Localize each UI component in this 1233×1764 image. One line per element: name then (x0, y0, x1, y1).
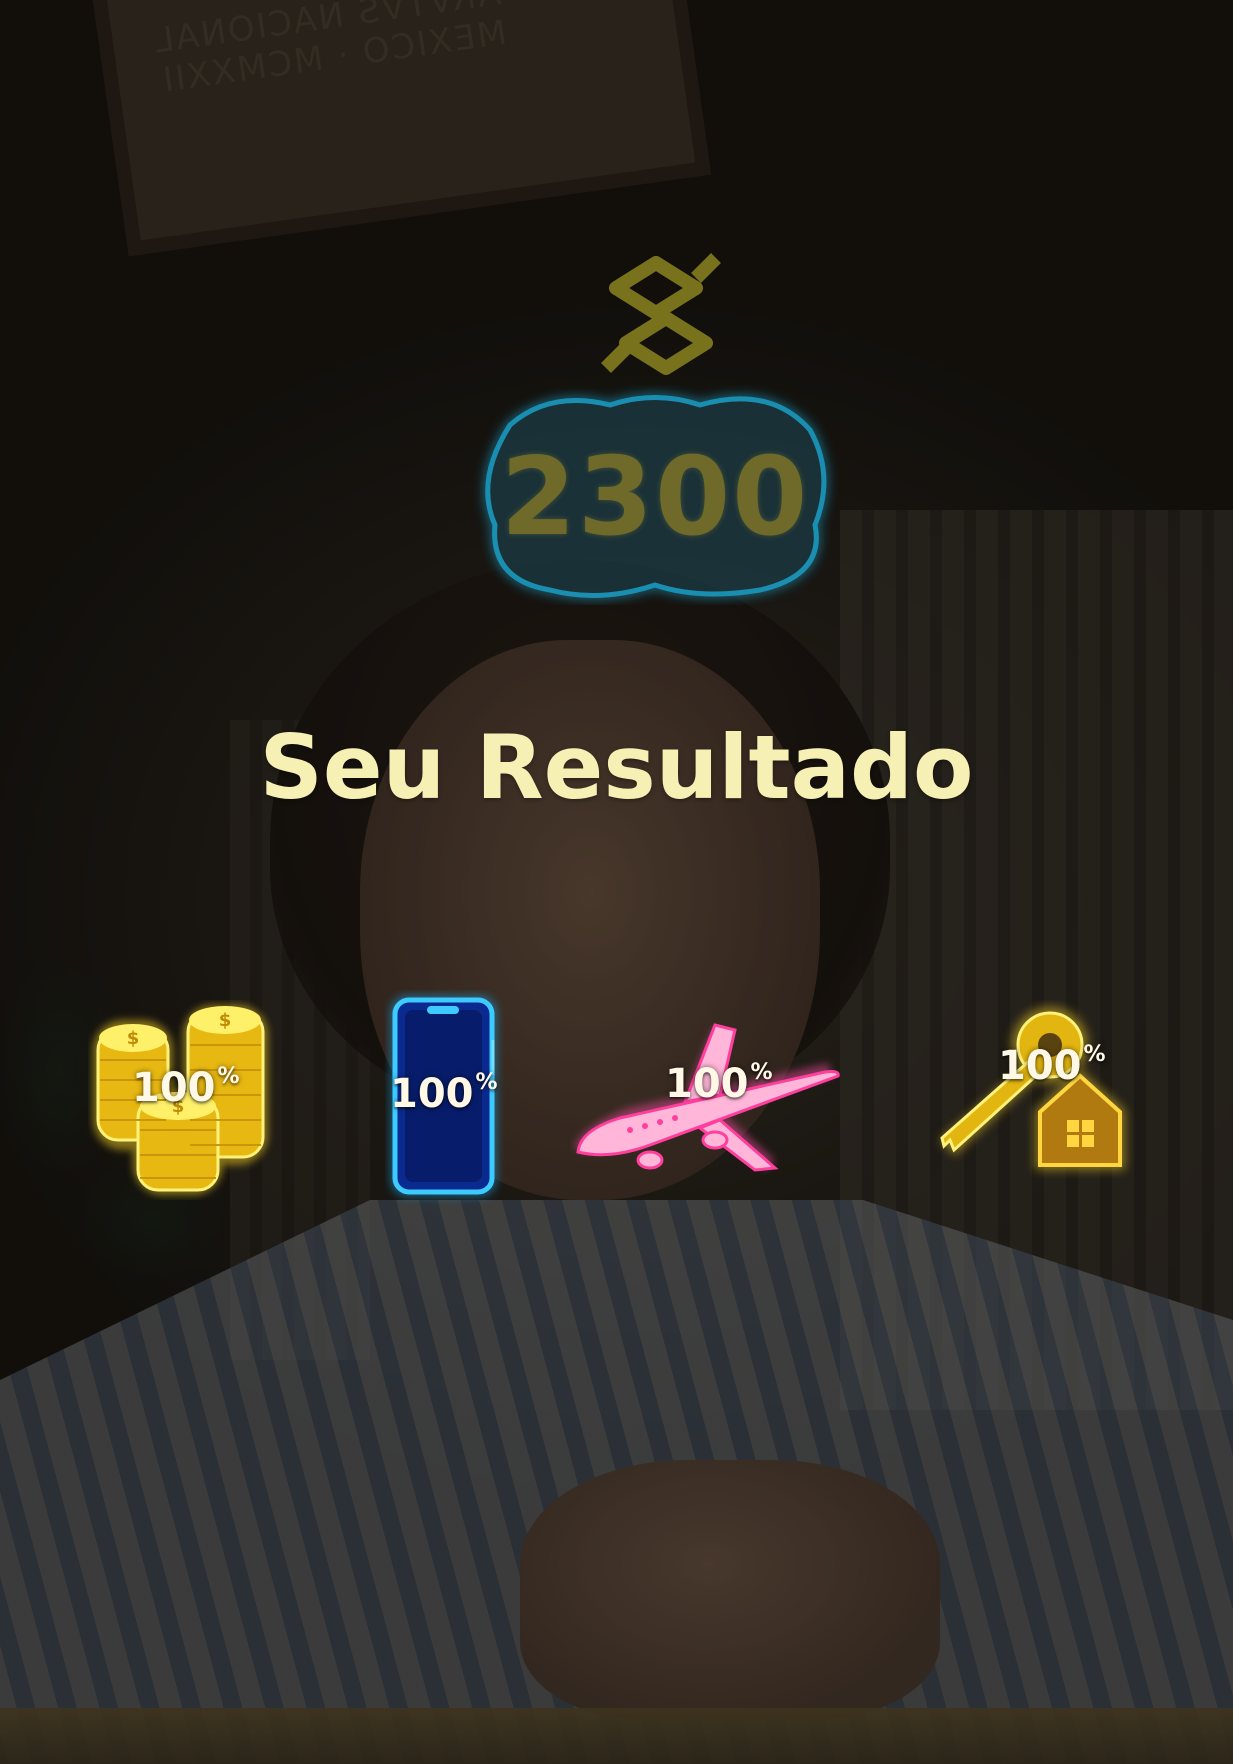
svg-text:$: $ (127, 1028, 140, 1049)
result-title: Seu Resultado (259, 716, 974, 819)
reward-phone: 100% (385, 990, 505, 1205)
reward-house-key: 100% (920, 1000, 1140, 1180)
reward-coins-percent: 100% (132, 1064, 240, 1111)
banco-do-brasil-logo-icon (601, 253, 721, 375)
reward-airplane-percent: 100% (665, 1060, 773, 1107)
reward-house-key-percent: 100% (998, 1042, 1106, 1089)
reward-phone-percent: 100% (390, 1070, 498, 1117)
svg-text:$: $ (219, 1010, 232, 1031)
score-value: 2300 (500, 435, 810, 560)
house-key-icon (940, 1007, 1125, 1170)
reward-airplane: 100% (570, 1010, 860, 1180)
reward-coins: $ $ $ 100% (88, 1000, 278, 1200)
